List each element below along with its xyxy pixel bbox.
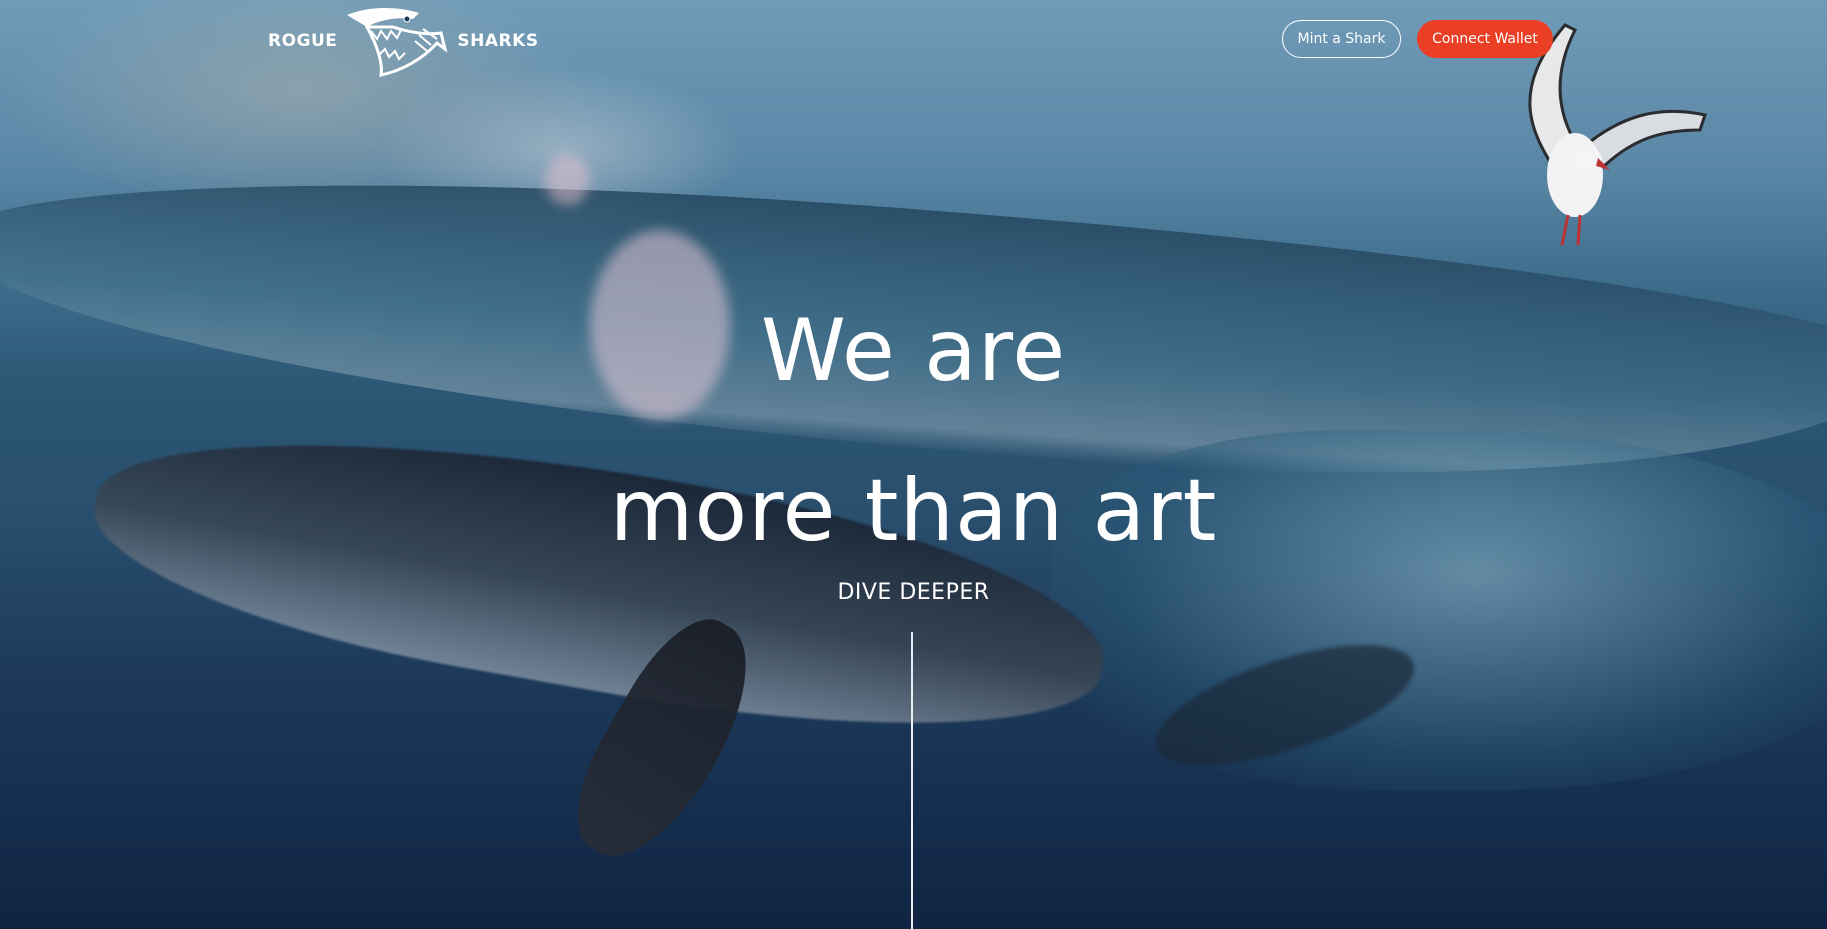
mint-shark-button[interactable]: Mint a Shark bbox=[1282, 20, 1401, 58]
brand-logo[interactable]: ROGUE SHARKS bbox=[268, 6, 539, 77]
hero-headline-line-1: We are bbox=[760, 301, 1067, 401]
scroll-indicator-line bbox=[911, 632, 913, 929]
dive-deeper-link[interactable]: DIVE DEEPER bbox=[0, 580, 1827, 605]
hero-section: ROGUE SHARKS Mint a Shark Connect Wallet… bbox=[0, 0, 1827, 929]
hero-headline-line-2: more than art bbox=[609, 461, 1218, 561]
logo-text-left: ROGUE bbox=[268, 31, 338, 51]
connect-wallet-button[interactable]: Connect Wallet bbox=[1417, 20, 1553, 58]
logo-text-right: SHARKS bbox=[457, 31, 539, 51]
shark-head-icon bbox=[347, 8, 448, 77]
lens-flare-small bbox=[545, 155, 590, 205]
